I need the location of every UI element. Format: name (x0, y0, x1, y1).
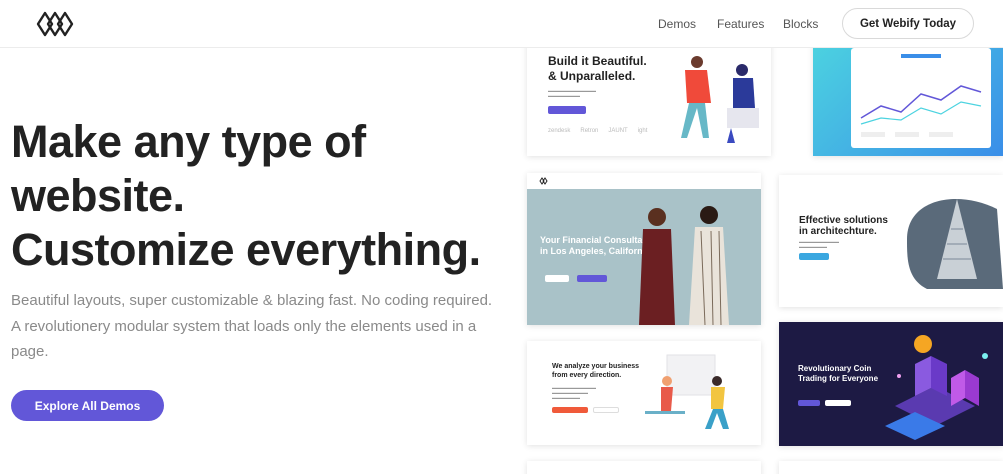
nav-features[interactable]: Features (717, 17, 764, 31)
dashboard-screenshot (851, 48, 991, 148)
get-webify-button[interactable]: Get Webify Today (842, 8, 974, 39)
card-subtext: ▬▬▬▬▬▬▬▬▬▬ ▬▬▬▬▬▬▬ (799, 239, 839, 249)
client-logo: ight (637, 128, 648, 134)
demo-card-build-beautiful[interactable]: Build it Beautiful. & Unparalleled. ▬▬▬▬… (527, 40, 771, 156)
demo-card-crypto[interactable]: Revolutionary Coin Trading for Everyone (779, 322, 1003, 446)
hero-title-line: website. (11, 170, 185, 221)
explore-demos-button[interactable]: Explore All Demos (11, 390, 164, 421)
mini-logo-icon (539, 177, 548, 185)
card-button (593, 407, 619, 413)
client-logos: zendesk Retron JAUNT ight (548, 128, 647, 134)
card-subtext: ▬▬▬▬▬▬▬▬▬▬▬▬ ▬▬▬▬▬▬▬▬ (548, 88, 596, 98)
client-logo: zendesk (548, 128, 571, 134)
webify-logo[interactable] (36, 11, 74, 37)
card-button (577, 275, 607, 282)
card-title: We analyze your business from every dire… (552, 363, 639, 380)
client-logo: JAUNT (608, 128, 628, 134)
card-title-line: Build it Beautiful. (548, 54, 647, 68)
consultants-photo (639, 206, 729, 325)
card-subtext: ▬▬▬▬▬▬▬▬▬▬▬ ▬▬▬▬▬▬▬▬▬ ▬▬▬▬▬▬▬ (552, 385, 596, 400)
card-title-line: Trading for Everyone (798, 374, 879, 383)
demo-card-dashboard[interactable] (813, 40, 1003, 156)
mini-header (527, 173, 761, 189)
demo-card-partial[interactable] (779, 461, 1003, 474)
card-button (799, 253, 829, 260)
card-button (545, 275, 569, 282)
demo-card-analyze[interactable]: We analyze your business from every dire… (527, 341, 761, 445)
card-title-line: & Unparalleled. (548, 69, 636, 83)
card-button (825, 400, 851, 406)
card-button (798, 400, 820, 406)
card-title: Build it Beautiful. & Unparalleled. (548, 54, 647, 84)
card-title-line: in architechture. (799, 226, 877, 237)
building-photo (907, 199, 1003, 289)
card-button (552, 407, 588, 413)
card-title-line: We analyze your business (552, 363, 640, 370)
nav-blocks[interactable]: Blocks (783, 17, 818, 31)
people-illustration (681, 56, 759, 143)
hero-title-line: Customize everything. (11, 224, 481, 275)
header: Demos Features Blocks Get Webify Today (0, 0, 1003, 48)
card-title-line: Effective solutions (799, 215, 888, 226)
demo-card-architecture[interactable]: Effective solutions in architechture. ▬▬… (779, 175, 1003, 307)
hero-description: Beautiful layouts, super customizable & … (11, 292, 493, 360)
card-title-line: Revolutionary Coin (798, 364, 872, 373)
client-logo: Retron (580, 128, 599, 134)
card-title-line: from every direction. (552, 371, 622, 379)
card-title: Revolutionary Coin Trading for Everyone (798, 364, 878, 384)
card-button (548, 106, 586, 114)
card-title: Effective solutions in architechture. (799, 215, 888, 237)
hero-title-line: Make any type of (11, 116, 366, 167)
demo-card-partial[interactable] (527, 461, 761, 474)
hero-title: Make any type of website. Customize ever… (11, 115, 481, 277)
demo-card-financial[interactable]: Your Financial Consultant in Los Angeles… (527, 173, 761, 325)
nav-demos[interactable]: Demos (658, 17, 696, 31)
page: Demos Features Blocks Get Webify Today M… (0, 0, 1003, 474)
analytics-illustration (645, 354, 729, 429)
isometric-city-illustration (885, 335, 988, 440)
